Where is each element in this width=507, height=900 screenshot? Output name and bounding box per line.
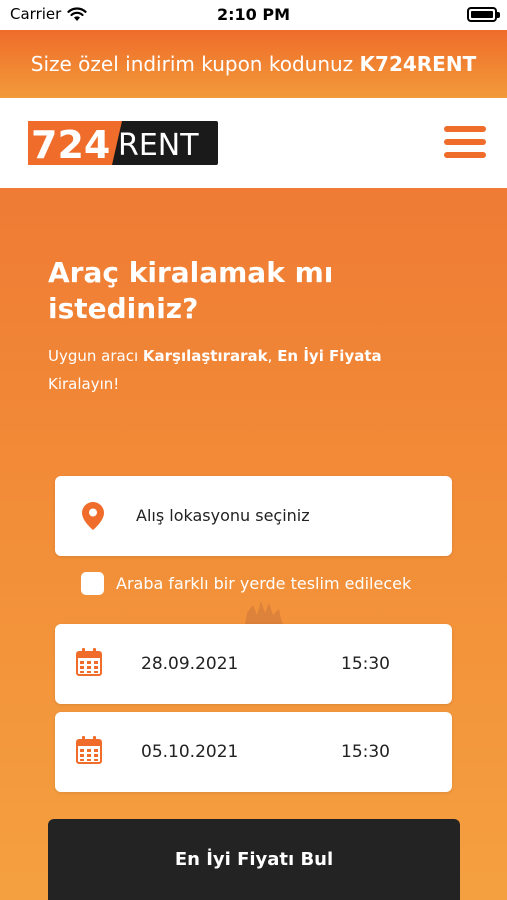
menu-bar: [444, 139, 486, 145]
find-best-price-button[interactable]: En İyi Fiyatı Bul: [48, 819, 460, 900]
return-date: 05.10.2021: [141, 742, 239, 762]
svg-text:RENT: RENT: [118, 128, 199, 163]
pickup-datetime-field[interactable]: 28.09.2021 15:30: [55, 624, 452, 704]
pickup-date: 28.09.2021: [141, 654, 239, 674]
brand-logo[interactable]: 724 RENT: [28, 121, 218, 165]
pickup-time: 15:30: [341, 654, 390, 674]
calendar-icon: [76, 648, 102, 676]
return-time: 15:30: [341, 742, 390, 762]
subtitle-text: Kiralayın!: [48, 375, 120, 393]
subtitle-emphasis: En İyi Fiyata: [277, 347, 382, 365]
battery-icon: [467, 7, 500, 22]
promo-banner: Size özel indirim kupon kodunuz K724RENT: [0, 30, 507, 98]
menu-bar: [444, 126, 486, 132]
pickup-location-field[interactable]: Alış lokasyonu seçiniz: [55, 476, 452, 556]
hero-headline: Araç kiralamak mı istediniz?: [48, 256, 334, 325]
location-placeholder: Alış lokasyonu seçiniz: [136, 506, 310, 525]
location-pin-icon: [82, 502, 104, 530]
promo-code: K724RENT: [359, 52, 477, 76]
menu-icon[interactable]: [444, 126, 486, 162]
different-dropoff-option[interactable]: Araba farklı bir yerde teslim edilecek: [81, 572, 411, 595]
promo-text: Size özel indirim kupon kodunuz: [30, 52, 354, 76]
svg-text:724: 724: [31, 123, 110, 165]
header: 724 RENT: [0, 98, 507, 188]
subtitle-text: Uygun aracı: [48, 347, 143, 365]
subtitle-emphasis: Karşılaştırarak: [142, 347, 268, 365]
menu-bar: [444, 152, 486, 158]
status-time: 2:10 PM: [216, 5, 290, 24]
status-bar: Carrier 2:10 PM: [0, 0, 507, 30]
different-dropoff-checkbox[interactable]: [81, 572, 104, 595]
return-datetime-field[interactable]: 05.10.2021 15:30: [55, 712, 452, 792]
hero-subtitle: Uygun aracı Karşılaştırarak, En İyi Fiya…: [48, 342, 418, 398]
subtitle-text: ,: [267, 347, 278, 365]
different-dropoff-label: Araba farklı bir yerde teslim edilecek: [116, 574, 412, 593]
calendar-icon: [76, 736, 102, 764]
